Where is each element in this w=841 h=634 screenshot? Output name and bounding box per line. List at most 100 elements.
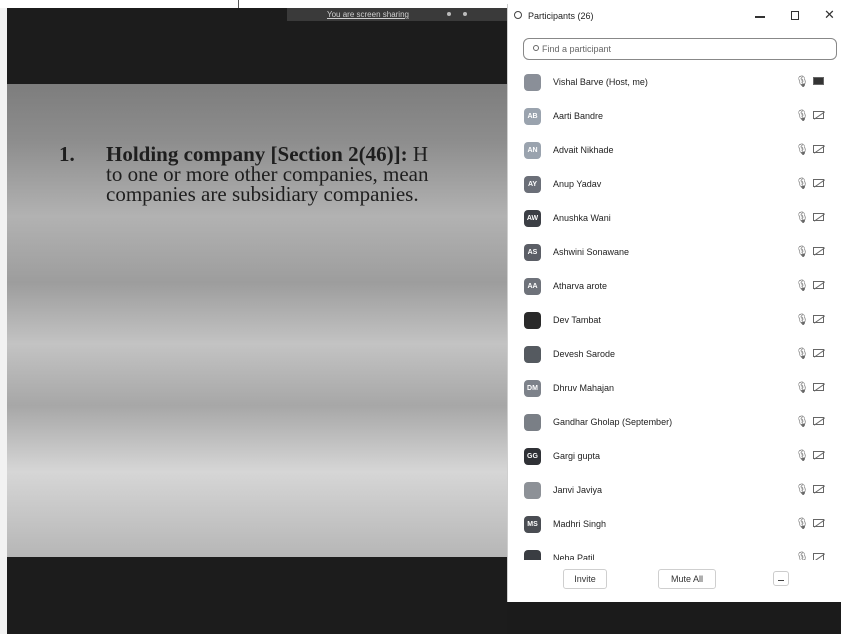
microphone-muted-icon[interactable]: 🎙 <box>795 245 809 258</box>
participant-row[interactable]: AB Aarti Bandre 🎙 <box>508 100 841 134</box>
avatar: DM <box>524 380 541 397</box>
video-off-icon[interactable] <box>813 281 824 289</box>
participant-name: Janvi Javiya <box>553 485 603 495</box>
participant-row[interactable]: GG Gargi gupta 🎙 <box>508 440 841 474</box>
participants-icon <box>514 11 522 19</box>
minimize-icon[interactable] <box>755 16 765 18</box>
avatar: AA <box>524 278 541 295</box>
search-input[interactable]: Find a participant <box>523 38 837 60</box>
participant-name: Atharva arote <box>553 281 608 291</box>
avatar-photo <box>524 346 541 363</box>
shared-slide: 1. Holding company [Section 2(46)]: H to… <box>7 84 507 557</box>
participant-row[interactable]: Devesh Sarode 🎙 <box>508 338 841 372</box>
participant-name: Madhri Singh <box>553 519 607 529</box>
microphone-muted-icon[interactable]: 🎙 <box>795 415 809 428</box>
avatar: AS <box>524 244 541 261</box>
microphone-muted-icon[interactable]: 🎙 <box>795 279 809 292</box>
participant-name: Devesh Sarode <box>553 349 616 359</box>
avatar: MS <box>524 516 541 533</box>
video-off-icon[interactable] <box>813 145 824 153</box>
participant-row[interactable]: Dev Tambat 🎙 <box>508 304 841 338</box>
slide-line-1: Holding company [Section 2(46)]: H <box>106 144 428 165</box>
close-icon[interactable]: ✕ <box>824 7 835 23</box>
participant-name: Gargi gupta <box>553 451 601 461</box>
participant-name: Dev Tambat <box>553 315 601 325</box>
microphone-muted-icon[interactable]: 🎙 <box>795 177 809 190</box>
avatar-photo <box>524 482 541 499</box>
video-off-icon[interactable] <box>813 247 824 255</box>
video-off-icon[interactable] <box>813 417 824 425</box>
avatar-photo <box>524 414 541 431</box>
microphone-muted-icon[interactable]: 🎙 <box>795 109 809 122</box>
microphone-muted-icon[interactable]: 🎙 <box>795 381 809 394</box>
slide-line-3: companies are subsidiary companies. <box>106 182 419 206</box>
participant-name: Advait Nikhade <box>553 145 614 155</box>
avatar-photo <box>524 550 541 560</box>
search-placeholder: Find a participant <box>542 44 612 54</box>
screen-share-toolbar[interactable]: You are screen sharing <box>287 8 507 21</box>
microphone-muted-icon[interactable]: 🎙 <box>795 347 809 360</box>
participant-row[interactable]: Gandhar Gholap (September) 🎙 <box>508 406 841 440</box>
video-off-icon[interactable] <box>813 383 824 391</box>
participant-name: Vishal Barve (Host, me) <box>553 77 648 87</box>
panel-title: Participants (26) <box>528 11 594 21</box>
participant-row[interactable]: DM Dhruv Mahajan 🎙 <box>508 372 841 406</box>
participant-row[interactable]: Vishal Barve (Host, me) 🎙 <box>508 66 841 100</box>
participant-name: Dhruv Mahajan <box>553 383 615 393</box>
participant-row[interactable]: AN Advait Nikhade 🎙 <box>508 134 841 168</box>
microphone-muted-icon[interactable]: 🎙 <box>795 449 809 462</box>
more-icon <box>778 580 784 581</box>
panel-footer: Invite Mute All <box>508 564 841 602</box>
participant-row[interactable]: Janvi Javiya 🎙 <box>508 474 841 508</box>
video-off-icon[interactable] <box>813 179 824 187</box>
participants-panel: Participants (26) ✕ Find a participant V… <box>507 4 841 602</box>
participant-name: Neha Patil <box>553 553 595 560</box>
microphone-muted-icon[interactable]: 🎙 <box>795 211 809 224</box>
slide-body: Holding company [Section 2(46)]: H to on… <box>106 144 428 206</box>
participant-row[interactable]: AS Ashwini Sonawane 🎙 <box>508 236 841 270</box>
microphone-muted-icon[interactable]: 🎙 <box>795 517 809 530</box>
share-status-label[interactable]: You are screen sharing <box>327 8 409 21</box>
more-button[interactable] <box>773 571 789 586</box>
avatar-photo <box>524 74 541 91</box>
toolbar-dot-icon[interactable] <box>447 12 451 16</box>
video-icon[interactable] <box>813 77 824 85</box>
participant-name: Aarti Bandre <box>553 111 604 121</box>
microphone-icon[interactable]: 🎙 <box>795 75 809 88</box>
avatar-photo <box>524 312 541 329</box>
toolbar-dot-icon[interactable] <box>463 12 467 16</box>
invite-button[interactable]: Invite <box>563 569 607 589</box>
participant-list[interactable]: Vishal Barve (Host, me) 🎙 AB Aarti Bandre 🎙 A… <box>508 66 841 560</box>
video-off-icon[interactable] <box>813 519 824 527</box>
avatar: AN <box>524 142 541 159</box>
avatar: AW <box>524 210 541 227</box>
video-off-icon[interactable] <box>813 213 824 221</box>
microphone-muted-icon[interactable]: 🎙 <box>795 483 809 496</box>
video-off-icon[interactable] <box>813 451 824 459</box>
microphone-muted-icon[interactable]: 🎙 <box>795 313 809 326</box>
video-off-icon[interactable] <box>813 111 824 119</box>
participant-name: Anushka Wani <box>553 213 611 223</box>
participant-name: Anup Yadav <box>553 179 602 189</box>
participant-row[interactable]: AW Anushka Wani 🎙 <box>508 202 841 236</box>
video-off-icon[interactable] <box>813 349 824 357</box>
participant-row[interactable]: Neha Patil 🎙 <box>508 542 841 560</box>
video-off-icon[interactable] <box>813 315 824 323</box>
avatar: AY <box>524 176 541 193</box>
panel-header: Participants (26) ✕ <box>508 4 841 30</box>
video-area-bottom <box>7 557 507 634</box>
mute-all-button[interactable]: Mute All <box>658 569 716 589</box>
divider <box>238 0 239 8</box>
participant-row[interactable]: AA Atharva arote 🎙 <box>508 270 841 304</box>
maximize-icon[interactable] <box>791 11 799 20</box>
video-off-icon[interactable] <box>813 553 824 560</box>
participant-row[interactable]: AY Anup Yadav 🎙 <box>508 168 841 202</box>
left-edge <box>0 8 7 634</box>
participant-row[interactable]: MS Madhri Singh 🎙 <box>508 508 841 542</box>
slide-item-number: 1. <box>59 142 75 166</box>
search-icon <box>533 45 539 51</box>
microphone-muted-icon[interactable]: 🎙 <box>795 551 809 560</box>
video-off-icon[interactable] <box>813 485 824 493</box>
avatar: AB <box>524 108 541 125</box>
microphone-muted-icon[interactable]: 🎙 <box>795 143 809 156</box>
